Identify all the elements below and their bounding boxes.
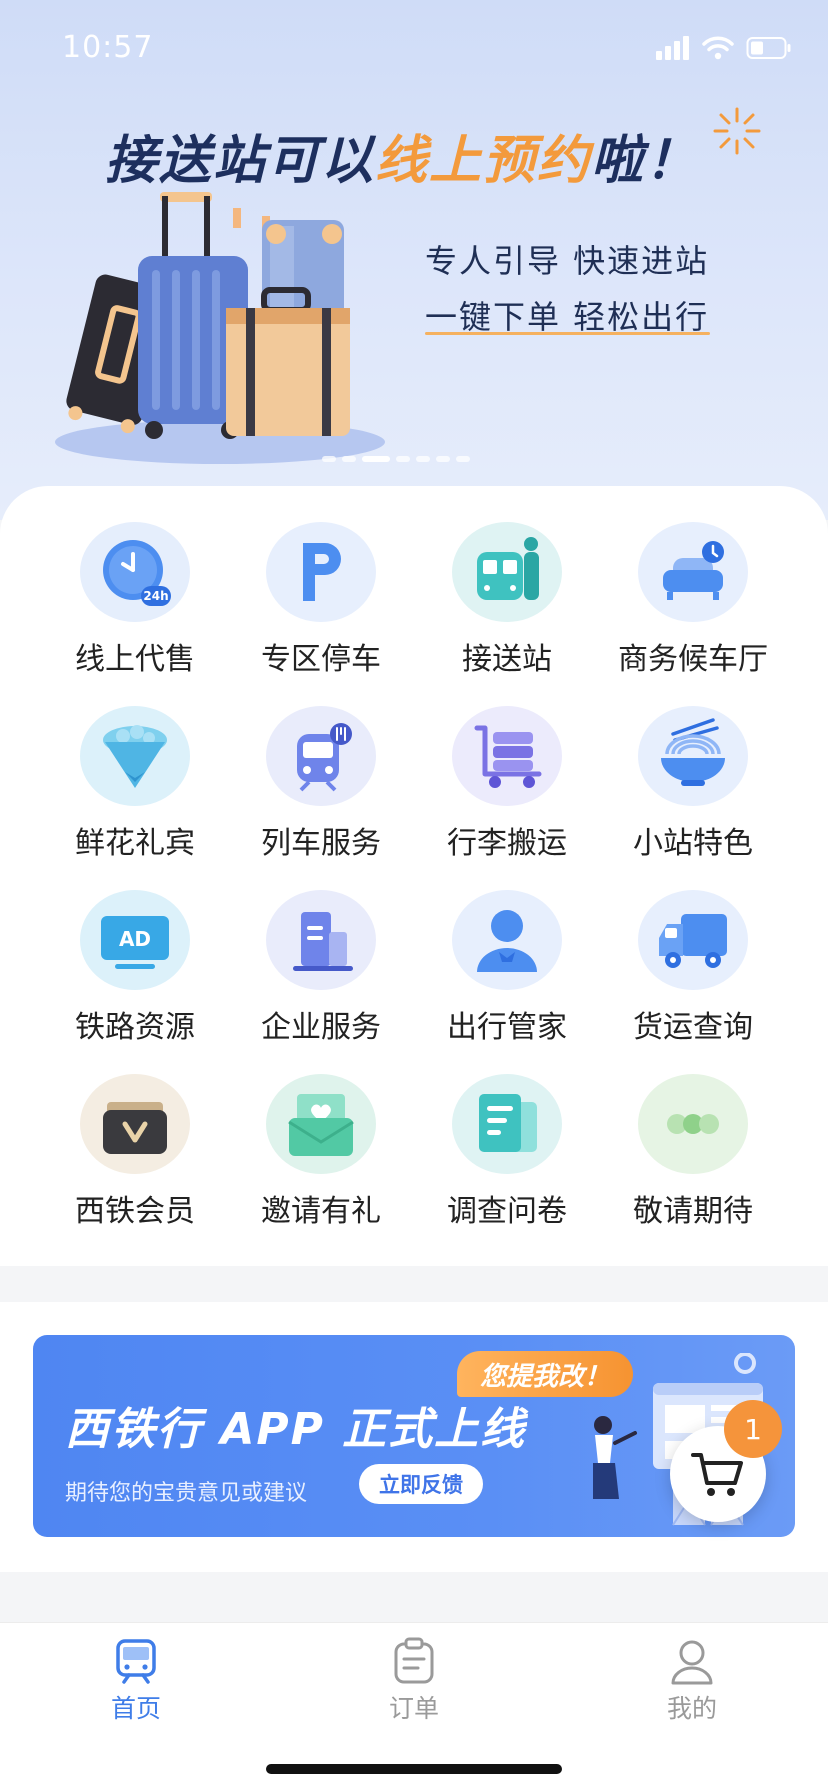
service-label: 列车服务 xyxy=(261,826,381,861)
invite-envelope-icon xyxy=(266,1074,376,1174)
battery-icon xyxy=(746,37,791,59)
service-label: 敬请期待 xyxy=(633,1194,753,1229)
service-label: 出行管家 xyxy=(447,1010,567,1045)
carousel-dot[interactable] xyxy=(436,456,450,462)
service-flowers[interactable]: 鲜花礼宾 xyxy=(42,706,228,862)
service-business-lounge[interactable]: 商务候车厅 xyxy=(600,522,786,678)
service-label: 接送站 xyxy=(462,642,552,677)
service-parking[interactable]: 专区停车 xyxy=(228,522,414,678)
flower-bouquet-icon xyxy=(80,706,190,806)
status-time: 10:57 xyxy=(62,30,154,65)
service-online-sale[interactable]: 24h 线上代售 xyxy=(42,522,228,678)
status-bar: 10:57 xyxy=(0,0,828,100)
service-label: 邀请有礼 xyxy=(261,1194,381,1229)
train-home-icon xyxy=(116,1639,156,1684)
sparkle-icon xyxy=(713,107,761,155)
service-label: 专区停车 xyxy=(261,642,381,677)
service-label: 企业服务 xyxy=(261,1010,381,1045)
services-card: 24h 线上代售 专区停车 接送站 商务候车厅 鲜花礼宾 列车服务 行李搬运 小… xyxy=(0,486,828,1266)
butler-icon xyxy=(452,890,562,990)
carousel-dot[interactable] xyxy=(396,456,410,462)
promo-banner[interactable]: 西铁行 APP 正式上线 期待您的宝贵意见或建议 立即反馈 您提我改！ xyxy=(33,1335,795,1537)
vip-wallet-icon xyxy=(80,1074,190,1174)
service-label: 西铁会员 xyxy=(75,1194,195,1229)
hero-title-part2: 啦！ xyxy=(591,131,700,191)
service-coming-soon[interactable]: 敬请期待 xyxy=(600,1074,786,1230)
feedback-button[interactable]: 立即反馈 xyxy=(359,1464,483,1504)
hero-subtitle-1: 专人引导 快速进站 xyxy=(425,242,710,280)
luggage-cart-icon xyxy=(452,706,562,806)
service-enterprise[interactable]: 企业服务 xyxy=(228,890,414,1046)
train-service-icon xyxy=(266,706,376,806)
service-label: 商务候车厅 xyxy=(618,642,768,677)
svg-text:24h: 24h xyxy=(143,589,168,603)
tab-home[interactable]: 首页 xyxy=(56,1637,216,1725)
tab-label-home: 首页 xyxy=(110,1694,161,1723)
service-station-pickup[interactable]: 接送站 xyxy=(414,522,600,678)
service-label: 行李搬运 xyxy=(447,826,567,861)
station-pickup-icon xyxy=(452,522,562,622)
hero-underline xyxy=(425,332,710,335)
clipboard-icon xyxy=(394,1637,434,1684)
cart-badge: 1 xyxy=(724,1400,782,1458)
service-label: 小站特色 xyxy=(633,826,753,861)
more-dots-icon xyxy=(638,1074,748,1174)
status-icons xyxy=(656,36,792,60)
carousel-dot-active[interactable] xyxy=(362,456,390,462)
hero-title: 接送站可以线上预约啦！ xyxy=(105,118,699,193)
service-label: 线上代售 xyxy=(75,642,195,677)
carousel-dot[interactable] xyxy=(342,456,356,462)
service-luggage[interactable]: 行李搬运 xyxy=(414,706,600,862)
promo-title: 西铁行 APP 正式上线 xyxy=(65,1404,527,1455)
tab-label-profile: 我的 xyxy=(666,1694,717,1723)
home-indicator[interactable] xyxy=(266,1764,562,1774)
tab-label-orders: 订单 xyxy=(388,1694,439,1723)
ad-screen-icon: AD xyxy=(80,890,190,990)
parking-icon xyxy=(266,522,376,622)
services-grid: 24h 线上代售 专区停车 接送站 商务候车厅 鲜花礼宾 列车服务 行李搬运 小… xyxy=(42,522,786,1230)
service-local-specialty[interactable]: 小站特色 xyxy=(600,706,786,862)
carousel-dot[interactable] xyxy=(456,456,470,462)
tab-orders[interactable]: 订单 xyxy=(334,1637,494,1725)
hero-title-highlight: 线上预约 xyxy=(375,131,592,191)
svg-text:AD: AD xyxy=(119,927,151,951)
service-membership[interactable]: 西铁会员 xyxy=(42,1074,228,1230)
carousel-dot[interactable] xyxy=(416,456,430,462)
survey-doc-icon xyxy=(452,1074,562,1174)
noodle-bowl-icon xyxy=(638,706,748,806)
service-train[interactable]: 列车服务 xyxy=(228,706,414,862)
hero-banner[interactable]: 10:57 接送站可以线上预约啦！ 专人引导 快速进站 一键下单 轻松出行 xyxy=(0,0,828,520)
service-invite[interactable]: 邀请有礼 xyxy=(228,1074,414,1230)
service-label: 货运查询 xyxy=(633,1010,753,1045)
service-railway-resources[interactable]: AD 铁路资源 xyxy=(42,890,228,1046)
business-lounge-icon xyxy=(638,522,748,622)
truck-icon xyxy=(638,890,748,990)
service-label: 调查问卷 xyxy=(447,1194,567,1229)
tab-profile[interactable]: 我的 xyxy=(612,1637,772,1725)
service-freight[interactable]: 货运查询 xyxy=(600,890,786,1046)
service-label: 铁路资源 xyxy=(75,1010,195,1045)
cart-icon xyxy=(691,1453,743,1496)
service-label: 鲜花礼宾 xyxy=(75,826,195,861)
wifi-icon xyxy=(702,36,734,60)
user-icon xyxy=(671,1640,713,1685)
promo-subtitle: 期待您的宝贵意见或建议 xyxy=(65,1481,308,1506)
hero-title-part1: 接送站可以 xyxy=(105,131,376,191)
building-icon xyxy=(266,890,376,990)
clock-24h-icon: 24h xyxy=(80,522,190,622)
carousel-dots[interactable] xyxy=(322,456,470,462)
service-survey[interactable]: 调查问卷 xyxy=(414,1074,600,1230)
service-travel-butler[interactable]: 出行管家 xyxy=(414,890,600,1046)
luggage-illustration xyxy=(55,192,385,464)
carousel-dot[interactable] xyxy=(322,456,336,462)
cellular-signal-icon xyxy=(656,36,689,60)
